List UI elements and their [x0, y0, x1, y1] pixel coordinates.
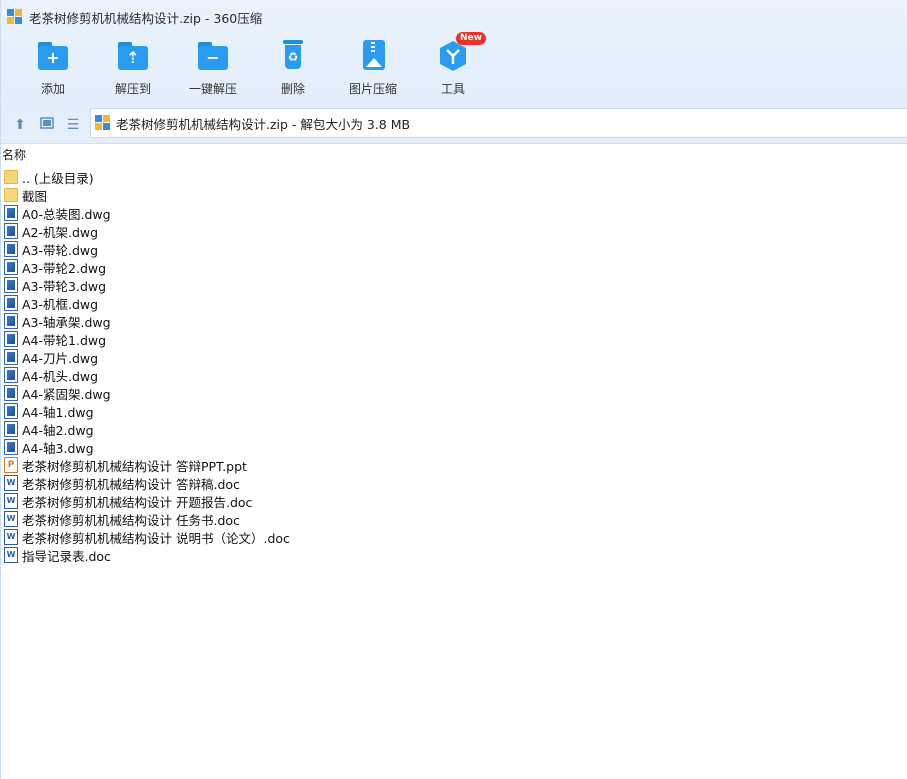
- file-name: .. (上级目录): [22, 170, 94, 186]
- file-name: A3-机框.dwg: [22, 296, 99, 312]
- doc-file-icon: [4, 511, 18, 527]
- file-row[interactable]: 老茶树修剪机机械结构设计 任务书.doc: [4, 510, 604, 528]
- folder-icon: [4, 188, 18, 202]
- delete-button[interactable]: ♻ 删除: [253, 36, 333, 102]
- file-name: 老茶树修剪机机械结构设计 答辩PPT.ppt: [22, 458, 247, 474]
- file-row[interactable]: A3-带轮3.dwg: [4, 276, 604, 294]
- file-row[interactable]: 老茶树修剪机机械结构设计 答辩稿.doc: [4, 474, 604, 492]
- address-text: 老茶树修剪机机械结构设计.zip - 解包大小为 3.8 MB: [116, 116, 411, 132]
- file-name: A4-轴1.dwg: [22, 404, 94, 420]
- file-name: 老茶树修剪机机械结构设计 任务书.doc: [22, 512, 240, 528]
- dwg-file-icon: [4, 241, 18, 257]
- add-folder-icon: +: [35, 38, 71, 74]
- thumbnail-view-icon[interactable]: [38, 116, 56, 134]
- header: 老茶树修剪机机械结构设计.zip - 360压缩 + 添加 ⇡ 解压到 − 一键…: [1, 0, 907, 106]
- doc-file-icon: [4, 529, 18, 545]
- delete-label: 删除: [280, 82, 305, 96]
- toolbar: + 添加 ⇡ 解压到 − 一键解压 ♻ 删除 图片压缩 工具 New: [1, 32, 907, 106]
- dwg-file-icon: [4, 277, 18, 293]
- zip-app-icon: [7, 9, 23, 25]
- file-row[interactable]: 老茶树修剪机机械结构设计 开题报告.doc: [4, 492, 604, 510]
- dwg-file-icon: [4, 349, 18, 365]
- file-name: 截图: [22, 188, 48, 204]
- dwg-file-icon: [4, 385, 18, 401]
- up-arrow-icon[interactable]: ⬆: [11, 116, 29, 134]
- file-name: A4-轴3.dwg: [22, 440, 94, 456]
- file-row[interactable]: A3-带轮2.dwg: [4, 258, 604, 276]
- app-window: 老茶树修剪机机械结构设计.zip - 360压缩 + 添加 ⇡ 解压到 − 一键…: [0, 0, 907, 779]
- file-name: 老茶树修剪机机械结构设计 说明书（论文）.doc: [22, 530, 290, 546]
- list-view-icon[interactable]: ☰: [64, 116, 82, 134]
- image-zip-icon: [355, 38, 391, 74]
- file-name: 老茶树修剪机机械结构设计 答辩稿.doc: [22, 476, 240, 492]
- extract-to-button[interactable]: ⇡ 解压到: [93, 36, 173, 102]
- file-row[interactable]: A4-紧固架.dwg: [4, 384, 604, 402]
- dwg-file-icon: [4, 403, 18, 419]
- add-button[interactable]: + 添加: [13, 36, 93, 102]
- one-click-folder-icon: −: [195, 38, 231, 74]
- file-name: A4-紧固架.dwg: [22, 386, 111, 402]
- folder-row[interactable]: 截图: [4, 186, 604, 204]
- file-row[interactable]: A3-轴承架.dwg: [4, 312, 604, 330]
- file-row[interactable]: A2-机架.dwg: [4, 222, 604, 240]
- tools-button[interactable]: 工具: [413, 36, 493, 102]
- doc-file-icon: [4, 475, 18, 491]
- address-bar[interactable]: 老茶树修剪机机械结构设计.zip - 解包大小为 3.8 MB: [90, 108, 907, 138]
- file-list: .. (上级目录) 截图 A0-总装图.dwg A2-机架.dwg A3-带轮.dwg A…: [4, 168, 604, 564]
- extract-to-label: 解压到: [114, 82, 151, 96]
- file-name: A3-带轮.dwg: [22, 242, 99, 258]
- dwg-file-icon: [4, 421, 18, 437]
- name-column-header[interactable]: 名称: [1, 146, 907, 166]
- file-row[interactable]: A4-轴2.dwg: [4, 420, 604, 438]
- dwg-file-icon: [4, 331, 18, 347]
- file-row[interactable]: 老茶树修剪机机械结构设计 答辩PPT.ppt: [4, 456, 604, 474]
- dwg-file-icon: [4, 259, 18, 275]
- file-row[interactable]: A3-机框.dwg: [4, 294, 604, 312]
- file-row[interactable]: 指导记录表.doc: [4, 546, 604, 564]
- one-click-extract-button[interactable]: − 一键解压: [173, 36, 253, 102]
- new-badge: New: [456, 32, 486, 45]
- folder-row[interactable]: .. (上级目录): [4, 168, 604, 186]
- dwg-file-icon: [4, 367, 18, 383]
- image-compress-button[interactable]: 图片压缩: [333, 36, 413, 102]
- doc-file-icon: [4, 493, 18, 509]
- file-name: A4-轴2.dwg: [22, 422, 94, 438]
- dwg-file-icon: [4, 205, 18, 221]
- ppt-file-icon: [4, 457, 18, 473]
- doc-file-icon: [4, 547, 18, 563]
- file-name: A2-机架.dwg: [22, 224, 99, 240]
- zip-file-icon: [95, 115, 111, 131]
- file-row[interactable]: A3-带轮.dwg: [4, 240, 604, 258]
- file-row[interactable]: A4-带轮1.dwg: [4, 330, 604, 348]
- extract-folder-icon: ⇡: [115, 38, 151, 74]
- file-name: 指导记录表.doc: [22, 548, 111, 564]
- file-row[interactable]: A4-机头.dwg: [4, 366, 604, 384]
- recycle-bin-icon: ♻: [275, 38, 311, 74]
- add-label: 添加: [40, 82, 65, 96]
- window-title: 老茶树修剪机机械结构设计.zip - 360压缩: [29, 10, 263, 26]
- file-name: A4-刀片.dwg: [22, 350, 99, 366]
- file-row[interactable]: A0-总装图.dwg: [4, 204, 604, 222]
- file-row[interactable]: A4-轴3.dwg: [4, 438, 604, 456]
- file-row[interactable]: 老茶树修剪机机械结构设计 说明书（论文）.doc: [4, 528, 604, 546]
- tools-label: 工具: [440, 82, 465, 96]
- dwg-file-icon: [4, 223, 18, 239]
- file-row[interactable]: A4-刀片.dwg: [4, 348, 604, 366]
- file-name: A3-轴承架.dwg: [22, 314, 111, 330]
- dwg-file-icon: [4, 439, 18, 455]
- dwg-file-icon: [4, 313, 18, 329]
- folder-icon: [4, 170, 18, 184]
- title-bar: 老茶树修剪机机械结构设计.zip - 360压缩: [1, 0, 907, 34]
- file-row[interactable]: A4-轴1.dwg: [4, 402, 604, 420]
- file-name: A0-总装图.dwg: [22, 206, 111, 222]
- dwg-file-icon: [4, 295, 18, 311]
- file-name: A3-带轮2.dwg: [22, 260, 107, 276]
- file-name: A3-带轮3.dwg: [22, 278, 107, 294]
- one-click-extract-label: 一键解压: [188, 82, 237, 96]
- file-name: A4-带轮1.dwg: [22, 332, 107, 348]
- navigation-bar: ⬆ ☰ 老茶树修剪机机械结构设计.zip - 解包大小为 3.8 MB: [1, 106, 907, 144]
- file-name: 老茶树修剪机机械结构设计 开题报告.doc: [22, 494, 253, 510]
- file-name: A4-机头.dwg: [22, 368, 99, 384]
- image-compress-label: 图片压缩: [348, 82, 397, 96]
